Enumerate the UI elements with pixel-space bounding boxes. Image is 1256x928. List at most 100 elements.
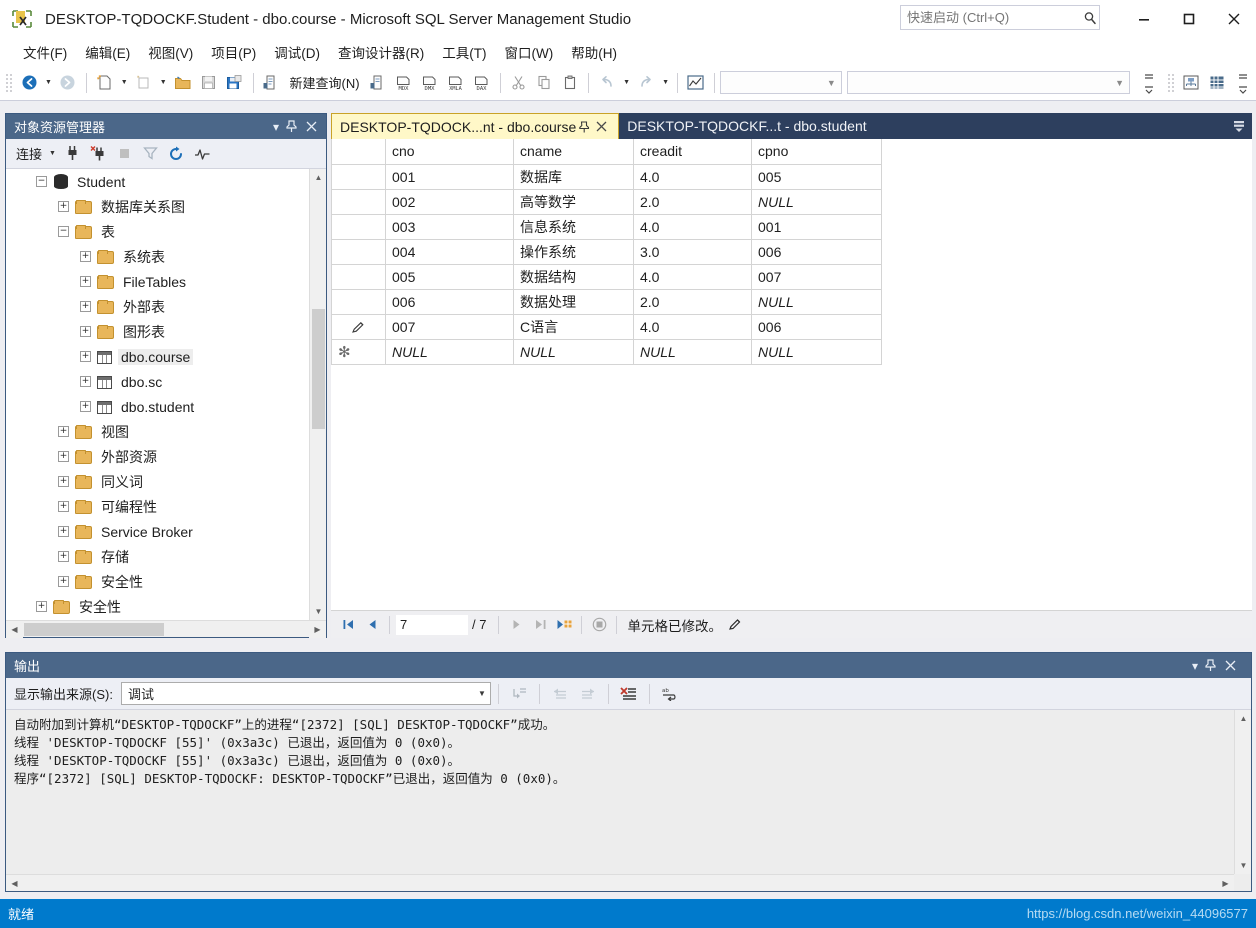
- menu-edit[interactable]: 编辑(E): [76, 39, 139, 65]
- find-next-icon[interactable]: [575, 682, 601, 706]
- tab-dbo-course[interactable]: DESKTOP-TQDOCK...nt - dbo.course: [331, 113, 620, 139]
- cell-cno[interactable]: 006: [385, 288, 514, 315]
- object-explorer-tree[interactable]: − Student + 数据库关系图 − 表 + 系统表 + FileTables + 外部表 + 图形表…: [6, 169, 326, 620]
- hscrollbar-thumb[interactable]: [24, 623, 164, 636]
- collapse-toggle-icon[interactable]: −: [58, 226, 69, 237]
- cell-creadit[interactable]: 4.0: [633, 313, 752, 340]
- row-selector[interactable]: [331, 188, 386, 215]
- expand-toggle-icon[interactable]: +: [80, 376, 91, 387]
- cell-cpno[interactable]: 005: [751, 163, 882, 190]
- tree-item-9[interactable]: + dbo.student: [6, 394, 326, 419]
- last-row-icon[interactable]: [529, 614, 551, 636]
- expand-toggle-icon[interactable]: +: [58, 551, 69, 562]
- scroll-down-icon[interactable]: ▼: [310, 603, 326, 620]
- tree-item-2[interactable]: − 表: [6, 219, 326, 244]
- chevron-down-icon[interactable]: ▾: [1185, 659, 1205, 673]
- cell-creadit[interactable]: 2.0: [633, 288, 752, 315]
- cell-cpno[interactable]: 006: [751, 238, 882, 265]
- pin-icon[interactable]: [286, 120, 306, 133]
- new-file-dropdown-icon[interactable]: ▼: [118, 79, 131, 86]
- scroll-right-icon[interactable]: ▶: [309, 620, 326, 638]
- column-header-cname[interactable]: cname: [513, 139, 634, 165]
- table-row[interactable]: 004 操作系统 3.0 006: [331, 238, 882, 265]
- expand-toggle-icon[interactable]: +: [58, 201, 69, 212]
- scrollbar-thumb[interactable]: [312, 309, 325, 429]
- output-horizontal-scrollbar[interactable]: ◀ ▶: [6, 874, 1234, 891]
- row-selector[interactable]: [331, 288, 386, 315]
- tree-item-6[interactable]: + 图形表: [6, 319, 326, 344]
- new-query-button[interactable]: 新建查询(N): [284, 73, 364, 92]
- row-selector-header[interactable]: [331, 139, 386, 165]
- next-row-icon[interactable]: [505, 614, 527, 636]
- new-mdx-query-icon[interactable]: MDX: [391, 70, 417, 96]
- cell-cno[interactable]: 002: [385, 188, 514, 215]
- cell-cno[interactable]: 001: [385, 163, 514, 190]
- toolbar-combo-1[interactable]: ▼: [719, 71, 842, 94]
- open-folder-icon[interactable]: [170, 70, 196, 96]
- expand-toggle-icon[interactable]: +: [80, 351, 91, 362]
- cell-cname[interactable]: 数据库: [513, 163, 634, 190]
- cut-icon[interactable]: [505, 70, 531, 96]
- cell-cname[interactable]: NULL: [513, 338, 634, 365]
- cell-cno[interactable]: 007: [385, 313, 514, 340]
- cell-cno[interactable]: 003: [385, 213, 514, 240]
- toolbar-combo-2[interactable]: ▼: [846, 71, 1130, 94]
- copy-icon[interactable]: [531, 70, 557, 96]
- cell-cname[interactable]: 信息系统: [513, 213, 634, 240]
- clear-all-icon[interactable]: [616, 682, 642, 706]
- row-selector[interactable]: [331, 163, 386, 190]
- cell-cno[interactable]: 005: [385, 263, 514, 290]
- toolbar-overflow-icon-2[interactable]: [1230, 70, 1256, 96]
- menu-project[interactable]: 项目(P): [202, 39, 265, 65]
- new-project-dropdown-icon[interactable]: ▼: [157, 79, 170, 86]
- menu-tools[interactable]: 工具(T): [433, 39, 495, 65]
- cell-cno[interactable]: 004: [385, 238, 514, 265]
- tree-item-11[interactable]: + 外部资源: [6, 444, 326, 469]
- object-explorer-details-icon[interactable]: [1178, 70, 1204, 96]
- output-source-select[interactable]: 调试 ▼: [120, 682, 491, 705]
- toolbar-grip-2[interactable]: [1166, 72, 1176, 93]
- connect-dropdown-icon[interactable]: ▼: [46, 150, 59, 157]
- scroll-left-icon[interactable]: ◀: [6, 620, 23, 638]
- cell-creadit[interactable]: NULL: [633, 338, 752, 365]
- close-button[interactable]: [1211, 0, 1256, 38]
- table-row[interactable]: 001 数据库 4.0 005: [331, 163, 882, 190]
- tree-item-10[interactable]: + 视图: [6, 419, 326, 444]
- object-explorer-vertical-scrollbar[interactable]: ▲ ▼: [309, 169, 326, 620]
- find-previous-icon[interactable]: [547, 682, 573, 706]
- cell-cpno[interactable]: 007: [751, 263, 882, 290]
- redo-dropdown-icon[interactable]: ▼: [659, 79, 672, 86]
- refresh-icon[interactable]: [164, 142, 189, 166]
- cell-cpno[interactable]: NULL: [751, 288, 882, 315]
- cell-cpno[interactable]: 001: [751, 213, 882, 240]
- cell-cpno[interactable]: NULL: [751, 188, 882, 215]
- cell-cno[interactable]: NULL: [385, 338, 514, 365]
- cell-creadit[interactable]: 4.0: [633, 213, 752, 240]
- expand-toggle-icon[interactable]: +: [58, 526, 69, 537]
- close-icon[interactable]: [306, 121, 326, 132]
- table-row[interactable]: 006 数据处理 2.0 NULL: [331, 288, 882, 315]
- navigate-back-dropdown-icon[interactable]: ▼: [42, 79, 55, 86]
- cell-cname[interactable]: 数据处理: [513, 288, 634, 315]
- navigate-forward-icon[interactable]: [55, 70, 81, 96]
- table-row[interactable]: 003 信息系统 4.0 001: [331, 213, 882, 240]
- quick-launch-box[interactable]: [900, 5, 1100, 30]
- tree-item-14[interactable]: + Service Broker: [6, 519, 326, 544]
- column-header-creadit[interactable]: creadit: [633, 139, 752, 165]
- expand-toggle-icon[interactable]: +: [58, 576, 69, 587]
- tree-item-5[interactable]: + 外部表: [6, 294, 326, 319]
- tree-item-0[interactable]: − Student: [6, 169, 326, 194]
- connect-button[interactable]: 连接: [13, 142, 45, 165]
- table-row[interactable]: 002 高等数学 2.0 NULL: [331, 188, 882, 215]
- tree-item-16[interactable]: + 安全性: [6, 569, 326, 594]
- menu-view[interactable]: 视图(V): [139, 39, 202, 65]
- expand-toggle-icon[interactable]: +: [58, 451, 69, 462]
- row-selector[interactable]: [331, 213, 386, 240]
- tree-item-15[interactable]: + 存储: [6, 544, 326, 569]
- previous-row-icon[interactable]: [361, 614, 383, 636]
- stop-icon[interactable]: [588, 614, 610, 636]
- output-body[interactable]: 自动附加到计算机“DESKTOP-TQDOCKF”上的进程“[2372] [SQ…: [6, 710, 1251, 891]
- save-icon[interactable]: [196, 70, 222, 96]
- cell-creadit[interactable]: 4.0: [633, 263, 752, 290]
- tree-item-8[interactable]: + dbo.sc: [6, 369, 326, 394]
